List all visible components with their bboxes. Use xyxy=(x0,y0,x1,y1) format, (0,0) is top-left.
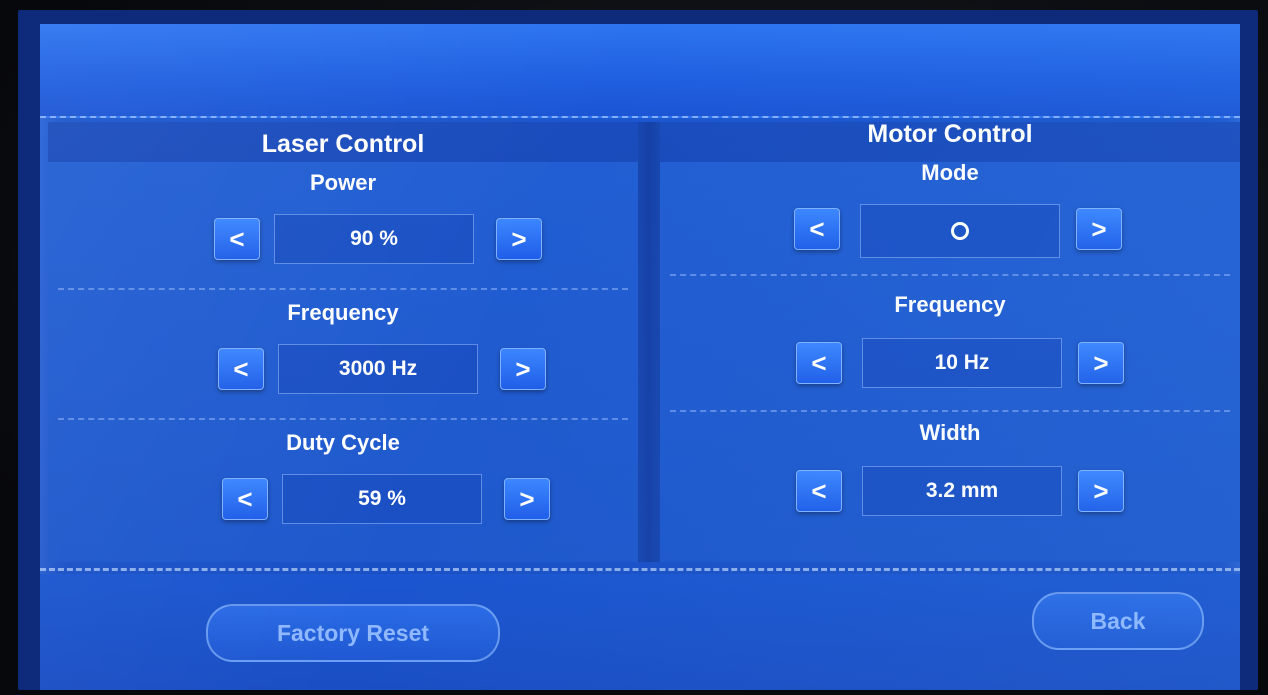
motor-control-panel: Motor Control Mode < > Frequency < 10 Hz… xyxy=(660,120,1240,562)
motor-mode-decrease-button[interactable]: < xyxy=(794,208,840,250)
panel-divider xyxy=(638,122,660,562)
circle-icon xyxy=(951,222,969,240)
chevron-left-icon: < xyxy=(811,475,827,506)
laser-frequency-group: Frequency < 3000 Hz > xyxy=(48,292,638,420)
laser-duty-cycle-label: Duty Cycle xyxy=(286,430,400,455)
motor-width-increase-button[interactable]: > xyxy=(1078,470,1124,512)
motor-frequency-group: Frequency < 10 Hz > xyxy=(660,280,1240,412)
laser-control-title: Laser Control xyxy=(261,130,425,158)
back-button[interactable]: Back xyxy=(1032,592,1204,650)
motor-mode-increase-button[interactable]: > xyxy=(1076,208,1122,250)
motor-control-title: Motor Control xyxy=(867,120,1033,148)
laser-duty-cycle-increase-button[interactable]: > xyxy=(504,478,550,520)
group-divider xyxy=(58,288,628,290)
laser-frequency-label: Frequency xyxy=(287,300,399,325)
motor-width-label: Width xyxy=(919,420,981,445)
motor-width-decrease-button[interactable]: < xyxy=(796,470,842,512)
laser-frequency-increase-button[interactable]: > xyxy=(500,348,546,390)
motor-mode-group: Mode < > xyxy=(660,160,1240,290)
motor-frequency-value: 10 Hz xyxy=(862,338,1062,388)
chevron-right-icon: > xyxy=(519,483,535,514)
screen-content: Laser Control Power < 90 % > Frequency <… xyxy=(40,24,1240,690)
motor-mode-value xyxy=(860,204,1060,258)
chevron-left-icon: < xyxy=(811,347,827,378)
top-header-bar xyxy=(40,24,1240,118)
touch-screen: Laser Control Power < 90 % > Frequency <… xyxy=(18,10,1258,690)
chevron-left-icon: < xyxy=(237,483,253,514)
chevron-right-icon: > xyxy=(1091,213,1107,244)
chevron-right-icon: > xyxy=(511,223,527,254)
motor-width-value: 3.2 mm xyxy=(862,466,1062,516)
motor-frequency-decrease-button[interactable]: < xyxy=(796,342,842,384)
group-divider xyxy=(670,274,1230,276)
laser-duty-cycle-decrease-button[interactable]: < xyxy=(222,478,268,520)
motor-mode-label: Mode xyxy=(921,160,979,185)
laser-duty-cycle-value: 59 % xyxy=(282,474,482,524)
laser-power-label: Power xyxy=(309,170,377,195)
bottom-divider xyxy=(40,568,1240,571)
chevron-left-icon: < xyxy=(233,353,249,384)
motor-frequency-label: Frequency xyxy=(894,292,1006,317)
factory-reset-button[interactable]: Factory Reset xyxy=(206,604,500,662)
laser-power-value: 90 % xyxy=(274,214,474,264)
laser-power-decrease-button[interactable]: < xyxy=(214,218,260,260)
laser-frequency-decrease-button[interactable]: < xyxy=(218,348,264,390)
laser-frequency-value: 3000 Hz xyxy=(278,344,478,394)
laser-power-group: Power < 90 % > xyxy=(48,162,638,290)
laser-power-increase-button[interactable]: > xyxy=(496,218,542,260)
motor-width-group: Width < 3.2 mm > xyxy=(660,414,1240,542)
motor-frequency-increase-button[interactable]: > xyxy=(1078,342,1124,384)
chevron-right-icon: > xyxy=(1093,347,1109,378)
chevron-left-icon: < xyxy=(229,223,245,254)
laser-control-panel: Laser Control Power < 90 % > Frequency <… xyxy=(48,122,638,562)
chevron-left-icon: < xyxy=(809,213,825,244)
chevron-right-icon: > xyxy=(515,353,531,384)
group-divider xyxy=(670,410,1230,412)
chevron-right-icon: > xyxy=(1093,475,1109,506)
group-divider xyxy=(58,418,628,420)
laser-duty-cycle-group: Duty Cycle < 59 % > xyxy=(48,422,638,550)
